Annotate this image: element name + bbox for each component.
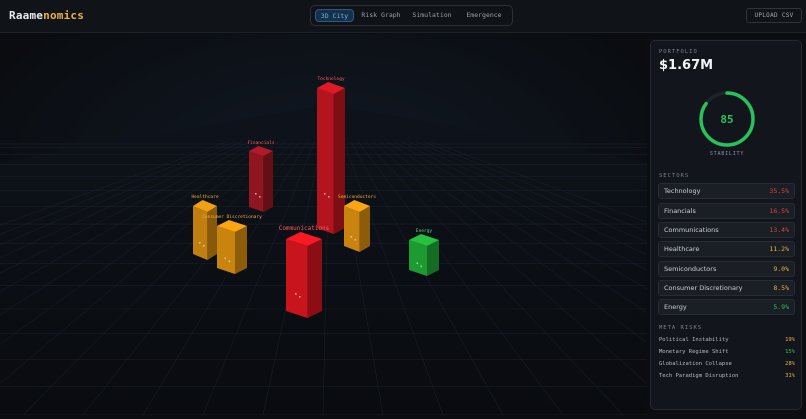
- building-side-face: [307, 239, 322, 318]
- risk-name: Monetary Regime Shift: [659, 349, 729, 355]
- sector-name: Financials: [664, 207, 696, 215]
- sector-row-healthcare[interactable]: Healthcare 11.2%: [658, 241, 795, 257]
- meta-risk-row: Monetary Regime Shift 15%: [659, 347, 795, 357]
- risk-name: Tech Paradigm Disruption: [659, 373, 739, 379]
- building-window: [224, 257, 227, 260]
- building-front-face: [217, 226, 235, 274]
- sector-value: 8.5%: [773, 284, 789, 292]
- logo-accent: nomics: [43, 9, 85, 22]
- upload-csv-button[interactable]: UPLOAD CSV: [746, 8, 802, 23]
- sector-name: Semiconductors: [664, 265, 717, 273]
- tab-simulation[interactable]: Simulation: [409, 9, 455, 22]
- sector-row-energy[interactable]: Energy 5.9%: [658, 299, 795, 315]
- sector-value: 5.9%: [773, 303, 789, 311]
- sector-value: 13.4%: [769, 226, 789, 234]
- city-scene-svg: Technology Financials Healthcare Consumer D…: [0, 34, 806, 416]
- building-label: Financials: [247, 140, 274, 146]
- sector-value: 35.5%: [769, 187, 789, 195]
- building-front-face: [249, 151, 264, 212]
- sector-value: 9.0%: [773, 265, 789, 273]
- top-bar: Raamenomics 3D City Risk Graph Simulatio…: [0, 0, 806, 33]
- sector-name: Communications: [664, 226, 719, 234]
- sector-value: 11.2%: [769, 245, 789, 253]
- building-energy[interactable]: [409, 234, 439, 276]
- risk-value: 19%: [785, 337, 795, 343]
- risk-name: Political Instability: [659, 337, 729, 343]
- meta-risk-row: Globalization Collapse 28%: [659, 359, 795, 369]
- building-window: [199, 242, 201, 244]
- view-tabs: 3D City Risk Graph Simulation Emergence: [310, 5, 513, 26]
- sector-name: Technology: [664, 187, 701, 195]
- tab-risk-graph[interactable]: Risk Graph: [359, 9, 403, 22]
- stability-score: 85: [720, 113, 733, 126]
- building-label: Semiconductors: [338, 194, 376, 200]
- sector-name: Healthcare: [664, 245, 700, 253]
- sector-row-consumer-discretionary[interactable]: Consumer Discretionary 8.5%: [658, 280, 795, 296]
- building-financials[interactable]: [249, 146, 273, 212]
- sector-row-semiconductors[interactable]: Semiconductors 9.0%: [658, 261, 795, 277]
- stability-label: STABILITY: [709, 151, 745, 157]
- meta-risk-row: Political Instability 19%: [659, 335, 795, 345]
- building-semiconductors[interactable]: [344, 200, 370, 252]
- building-label: Technology: [317, 76, 344, 82]
- building-front-face: [286, 239, 308, 318]
- sector-row-financials[interactable]: Financials 16.5%: [658, 203, 795, 219]
- risk-value: 28%: [785, 361, 795, 367]
- building-communications[interactable]: [286, 232, 322, 318]
- portfolio-value: $1.67M: [659, 58, 714, 73]
- building-side-face: [263, 151, 273, 212]
- sector-value: 16.5%: [769, 207, 789, 215]
- sectors-title: SECTORS: [659, 173, 690, 179]
- building-window: [416, 262, 419, 265]
- risk-value: 31%: [785, 373, 795, 379]
- building-window: [328, 196, 330, 198]
- city-scene[interactable]: Technology Financials Healthcare Consumer D…: [0, 34, 806, 416]
- building-window: [255, 193, 257, 195]
- sector-row-technology[interactable]: Technology 35.5%: [658, 183, 795, 199]
- building-front-face: [317, 88, 334, 234]
- building-window: [354, 239, 357, 241]
- app-logo[interactable]: Raamenomics: [9, 9, 84, 22]
- building-label: Energy: [416, 228, 433, 234]
- building-consumer-discretionary[interactable]: [217, 220, 247, 274]
- logo-main: Raame: [9, 9, 44, 22]
- portfolio-panel: PORTFOLIO $1.67M 85 STABILITY SECTORS Te…: [650, 40, 802, 410]
- tab-emergence[interactable]: Emergence: [461, 9, 507, 22]
- meta-risks-title: META RISKS: [659, 325, 703, 331]
- building-label: Communications: [279, 225, 330, 232]
- building-technology[interactable]: [317, 82, 345, 234]
- risk-name: Globalization Collapse: [659, 361, 732, 367]
- building-label: Healthcare: [191, 194, 218, 200]
- tab-3d-city[interactable]: 3D City: [315, 9, 354, 22]
- building-side-face: [427, 240, 439, 276]
- building-front-face: [409, 240, 427, 276]
- building-label: Consumer Discretionary: [202, 214, 262, 220]
- sector-name: Energy: [664, 303, 687, 311]
- risk-value: 15%: [785, 349, 795, 355]
- building-side-face: [359, 206, 370, 252]
- building-healthcare[interactable]: [193, 200, 217, 260]
- building-window: [420, 265, 423, 268]
- building-window: [299, 296, 301, 298]
- building-front-face: [344, 206, 360, 252]
- sector-row-communications[interactable]: Communications 13.4%: [658, 222, 795, 238]
- building-window: [228, 260, 231, 263]
- building-window: [295, 293, 297, 295]
- building-window: [350, 236, 353, 238]
- building-side-face: [235, 226, 247, 274]
- meta-risk-row: Tech Paradigm Disruption 31%: [659, 371, 795, 381]
- building-window: [203, 245, 205, 247]
- building-window: [259, 196, 261, 198]
- stability-gauge: 85: [699, 91, 755, 147]
- building-side-face: [333, 88, 345, 234]
- building-window: [324, 193, 326, 195]
- sector-name: Consumer Discretionary: [664, 284, 743, 292]
- portfolio-label: PORTFOLIO: [659, 49, 698, 55]
